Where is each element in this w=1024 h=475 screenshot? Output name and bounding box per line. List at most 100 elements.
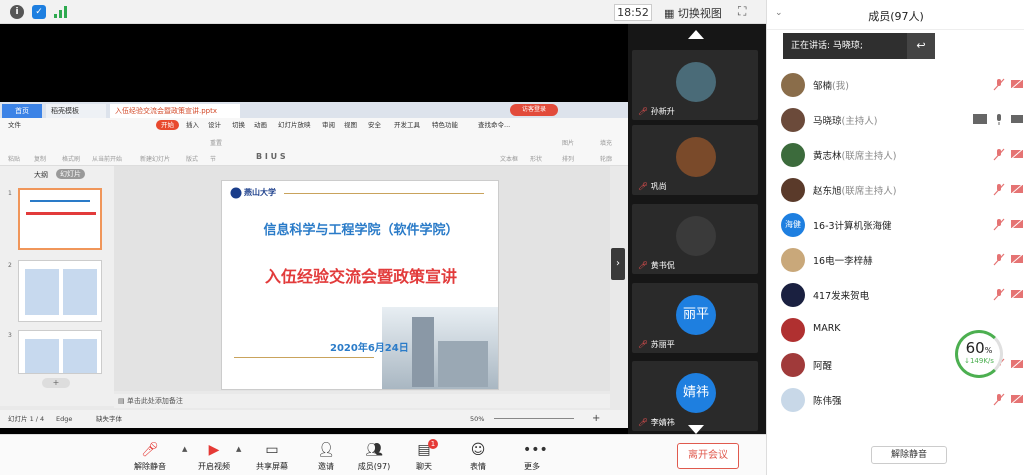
- paste-button[interactable]: 粘贴: [8, 154, 20, 163]
- menu-item[interactable]: 插入: [186, 118, 199, 132]
- member-name: 马晓琼: [813, 116, 842, 127]
- video-tile[interactable]: 🎤︎ 巩尚: [632, 125, 758, 195]
- mic-muted-icon[interactable]: [993, 183, 1005, 196]
- switch-view-button[interactable]: ▦ 切换视图: [664, 5, 722, 21]
- mic-muted-icon[interactable]: [993, 288, 1005, 301]
- from-current-button[interactable]: 从当前开始: [92, 154, 122, 163]
- camera-off-icon[interactable]: [1009, 217, 1024, 231]
- member-row[interactable]: 海健 16-3计算机张海健: [767, 207, 1024, 242]
- start-video-button[interactable]: ▶ 开启视频: [188, 441, 240, 472]
- video-tile[interactable]: 🎤︎ 黄书侃: [632, 204, 758, 274]
- notes-area[interactable]: ▤ 单击此处添加备注: [114, 394, 610, 408]
- picture-button[interactable]: 图片: [562, 138, 574, 147]
- camera-off-icon[interactable]: [1009, 287, 1024, 301]
- chevron-up-icon[interactable]: ▲: [236, 445, 241, 453]
- expand-panel-handle[interactable]: ›: [611, 248, 625, 280]
- menu-item[interactable]: 视图: [344, 118, 357, 132]
- member-name: 16-3计算机张海健: [813, 221, 892, 232]
- mic-muted-icon[interactable]: [993, 78, 1005, 91]
- menu-item[interactable]: 审阅: [322, 118, 335, 132]
- camera-off-icon[interactable]: [1009, 147, 1024, 161]
- unmute-button[interactable]: 🎤︎ 解除静音: [124, 441, 176, 472]
- camera-off-icon[interactable]: [1009, 392, 1024, 406]
- mic-icon[interactable]: [993, 113, 1005, 126]
- share-screen-button[interactable]: ▭ 共享屏幕: [246, 441, 298, 472]
- command-search[interactable]: 查找命令...: [478, 118, 510, 132]
- menu-item[interactable]: 开发工具: [394, 118, 420, 132]
- camera-off-icon[interactable]: [1009, 77, 1024, 91]
- scroll-down-icon[interactable]: [688, 425, 704, 434]
- mic-muted-icon: 🎤︎: [638, 107, 651, 116]
- shape-button[interactable]: 形状: [530, 154, 542, 163]
- slide-thumbnail[interactable]: [18, 260, 102, 322]
- camera-off-icon[interactable]: [1009, 357, 1024, 371]
- mic-muted-icon[interactable]: [993, 253, 1005, 266]
- arrange-button[interactable]: 排列: [562, 154, 574, 163]
- return-icon[interactable]: ↩: [907, 33, 935, 59]
- fullscreen-icon[interactable]: ⛶: [738, 4, 752, 18]
- slides-tab[interactable]: 幻灯片: [56, 169, 85, 179]
- member-row[interactable]: 马晓琼(主持人): [767, 102, 1024, 137]
- member-row[interactable]: 417发来贺电: [767, 277, 1024, 312]
- member-row[interactable]: 黄志林(联席主持人): [767, 137, 1024, 172]
- tab-template[interactable]: 稻壳模板: [46, 104, 106, 118]
- unmute-all-button[interactable]: 解除静音: [871, 446, 947, 464]
- camera-off-icon[interactable]: [1009, 182, 1024, 196]
- menu-item[interactable]: 幻灯片放映: [278, 118, 311, 132]
- info-icon[interactable]: i: [10, 5, 24, 19]
- fill-button[interactable]: 填充: [600, 138, 612, 147]
- zoom-in-icon[interactable]: +: [592, 410, 600, 428]
- member-role: (联席主持人): [841, 151, 897, 162]
- scroll-up-icon[interactable]: [688, 30, 704, 39]
- outline-tab[interactable]: 大纲: [34, 170, 48, 180]
- members-button[interactable]: 👥︎ 成员(97): [348, 441, 400, 472]
- outline-button[interactable]: 轮廓: [600, 154, 612, 163]
- slide-thumbnail[interactable]: [18, 330, 102, 374]
- member-row[interactable]: 邹楠(我): [767, 67, 1024, 102]
- format-painter-button[interactable]: 格式刷: [62, 154, 80, 163]
- chat-button[interactable]: ▤ 1 聊天: [398, 439, 450, 472]
- camera-off-icon[interactable]: [1009, 252, 1024, 266]
- visitor-login-button[interactable]: 访客登录: [510, 104, 558, 116]
- mic-muted-icon[interactable]: [993, 218, 1005, 231]
- shield-icon[interactable]: ✓: [32, 5, 46, 19]
- slide-counter: 幻灯片 1 / 4: [8, 415, 45, 423]
- copy-button[interactable]: 复制: [34, 154, 46, 163]
- member-row[interactable]: 赵东旭(联席主持人): [767, 172, 1024, 207]
- menu-file[interactable]: 文件: [8, 118, 21, 132]
- camera-icon[interactable]: [1010, 113, 1024, 125]
- more-button[interactable]: ••• 更多: [506, 441, 558, 472]
- layout-button[interactable]: 版式: [186, 154, 198, 163]
- video-tile[interactable]: 婧祎 🎤︎ 李婧祎: [632, 361, 758, 431]
- menu-item[interactable]: 安全: [368, 118, 381, 132]
- shared-screen: 首页 稻壳模板 入伍经验交流会暨政策宣讲.pptx 访客登录 文件 开始 插入 …: [0, 24, 628, 434]
- menu-item[interactable]: 特色功能: [432, 118, 458, 132]
- video-tile[interactable]: 🎤︎ 孙新升: [632, 50, 758, 120]
- textbox-button[interactable]: 文本框: [500, 154, 518, 163]
- member-row[interactable]: 陈伟强: [767, 382, 1024, 417]
- add-slide-icon[interactable]: +: [42, 378, 70, 388]
- video-tile[interactable]: 丽平 🎤︎ 苏丽平: [632, 283, 758, 353]
- member-row[interactable]: 16电一李梓赫: [767, 242, 1024, 277]
- mic-muted-icon: 🎤︎: [638, 182, 651, 191]
- mic-muted-icon[interactable]: [993, 148, 1005, 161]
- invite-button[interactable]: 👤︎ 邀请: [300, 441, 352, 472]
- zoom-slider[interactable]: [494, 418, 574, 419]
- menu-item[interactable]: 设计: [208, 118, 221, 132]
- new-slide-button[interactable]: 新建幻灯片: [140, 154, 170, 163]
- section-button[interactable]: 节: [210, 154, 216, 163]
- leave-meeting-button[interactable]: 离开会议: [677, 443, 739, 469]
- tab-home[interactable]: 首页: [2, 104, 42, 118]
- chevron-up-icon[interactable]: ▲: [182, 445, 187, 453]
- bold-icon[interactable]: B I U S: [256, 152, 286, 161]
- mic-muted-icon[interactable]: [993, 393, 1005, 406]
- reset-button[interactable]: 重置: [210, 138, 222, 147]
- slide-thumbnail[interactable]: [18, 188, 102, 250]
- menu-item[interactable]: 切换: [232, 118, 245, 132]
- missing-font-indicator[interactable]: 缺失字体: [96, 410, 122, 428]
- current-slide: 燕山大学 信息科学与工程学院（软件学院） 入伍经验交流会暨政策宣讲 2020年6…: [221, 180, 499, 390]
- emoji-button[interactable]: ☺ 表情: [452, 441, 504, 472]
- tab-document[interactable]: 入伍经验交流会暨政策宣讲.pptx: [110, 104, 240, 118]
- menu-start[interactable]: 开始: [156, 120, 179, 130]
- menu-item[interactable]: 动画: [254, 118, 267, 132]
